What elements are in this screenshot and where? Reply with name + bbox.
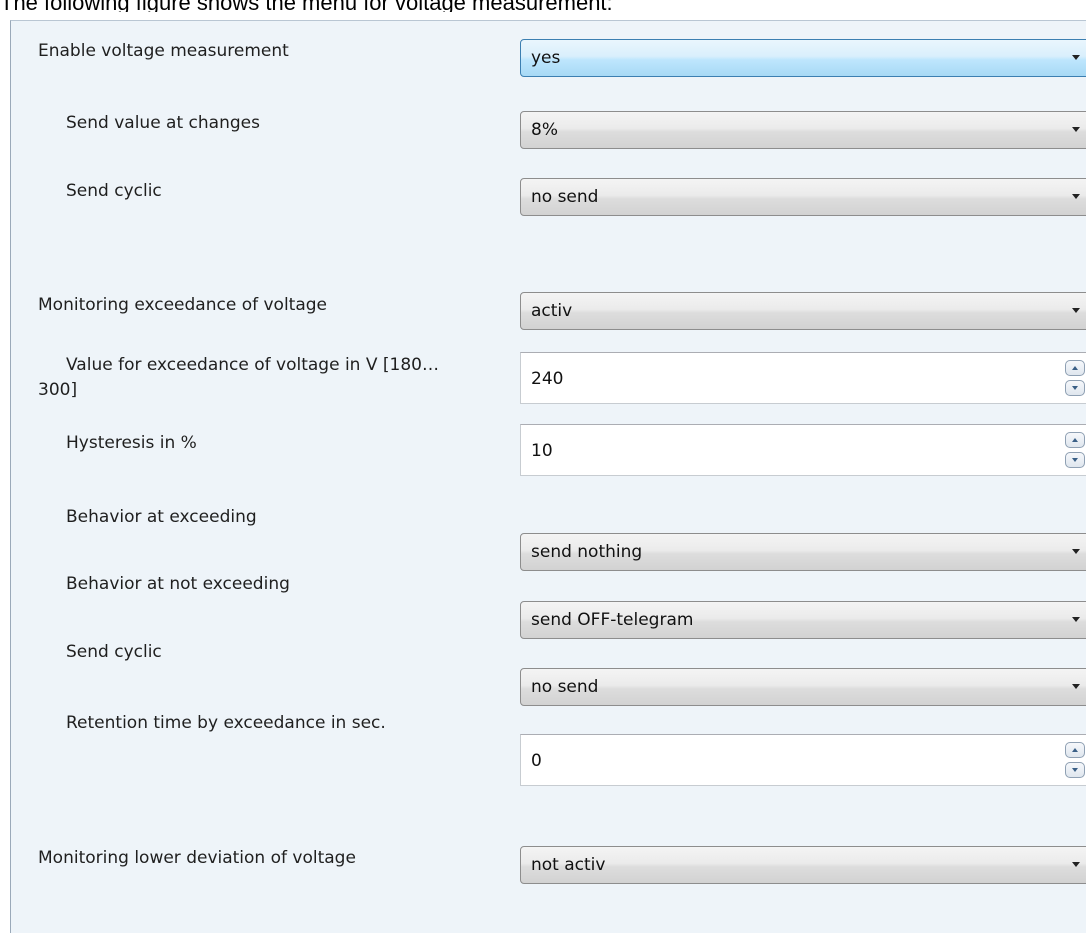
figure-caption: The following figure shows the menu for …	[0, 0, 1086, 12]
dropdown-behavior-at-not-exceeding[interactable]: send OFF-telegram	[520, 601, 1086, 639]
stepper-retention-time[interactable]: 0	[520, 734, 1086, 786]
label-hysteresis: Hysteresis in %	[66, 433, 197, 453]
label-behavior-at-not-exceeding: Behavior at not exceeding	[66, 574, 290, 594]
dropdown-value: not activ	[531, 855, 606, 875]
label-send-cyclic: Send cyclic	[66, 181, 162, 201]
dropdown-enable-voltage-measurement[interactable]: yes	[520, 39, 1086, 77]
chevron-down-icon	[1072, 549, 1080, 554]
label-enable-voltage-measurement: Enable voltage measurement	[38, 41, 289, 61]
chevron-down-icon	[1072, 55, 1080, 60]
label-value-for-exceedance-of-voltage: Value for exceedance of voltage in V [18…	[38, 355, 439, 400]
chevron-down-icon	[1072, 862, 1080, 867]
spin-up-icon[interactable]	[1065, 742, 1085, 758]
label-send-value-at-changes: Send value at changes	[66, 113, 260, 133]
parameter-panel: Enable voltage measurement yes Send valu…	[10, 20, 1086, 933]
stepper-value: 240	[531, 369, 564, 389]
chevron-down-icon	[1072, 684, 1080, 689]
dropdown-send-value-at-changes[interactable]: 8%	[520, 111, 1086, 149]
chevron-down-icon	[1072, 194, 1080, 199]
dropdown-value: 8%	[531, 120, 558, 140]
dropdown-value: send OFF-telegram	[531, 610, 694, 630]
dropdown-behavior-at-exceeding[interactable]: send nothing	[520, 533, 1086, 571]
dropdown-value: no send	[531, 187, 599, 207]
dropdown-value: no send	[531, 677, 599, 697]
dropdown-value: yes	[531, 48, 561, 68]
label-send-cyclic-2: Send cyclic	[66, 642, 162, 662]
label-behavior-at-exceeding: Behavior at exceeding	[66, 507, 257, 527]
chevron-down-icon	[1072, 127, 1080, 132]
dropdown-monitoring-lower-deviation-of-voltage[interactable]: not activ	[520, 846, 1086, 884]
label-monitoring-exceedance-of-voltage: Monitoring exceedance of voltage	[38, 295, 327, 315]
stepper-value: 0	[531, 751, 542, 771]
chevron-down-icon	[1072, 308, 1080, 313]
dropdown-value: activ	[531, 301, 573, 321]
spin-down-icon[interactable]	[1065, 452, 1085, 468]
dropdown-send-cyclic-2[interactable]: no send	[520, 668, 1086, 706]
spin-up-icon[interactable]	[1065, 432, 1085, 448]
stepper-value-for-exceedance-of-voltage[interactable]: 240	[520, 352, 1086, 404]
dropdown-value: send nothing	[531, 542, 643, 562]
dropdown-send-cyclic[interactable]: no send	[520, 178, 1086, 216]
label-retention-time: Retention time by exceedance in sec.	[66, 713, 386, 733]
chevron-down-icon	[1072, 617, 1080, 622]
stepper-value: 10	[531, 441, 553, 461]
label-monitoring-lower-deviation-of-voltage: Monitoring lower deviation of voltage	[38, 848, 356, 868]
spin-down-icon[interactable]	[1065, 762, 1085, 778]
spin-down-icon[interactable]	[1065, 380, 1085, 396]
spin-up-icon[interactable]	[1065, 360, 1085, 376]
stepper-hysteresis[interactable]: 10	[520, 424, 1086, 476]
dropdown-monitoring-exceedance-of-voltage[interactable]: activ	[520, 292, 1086, 330]
